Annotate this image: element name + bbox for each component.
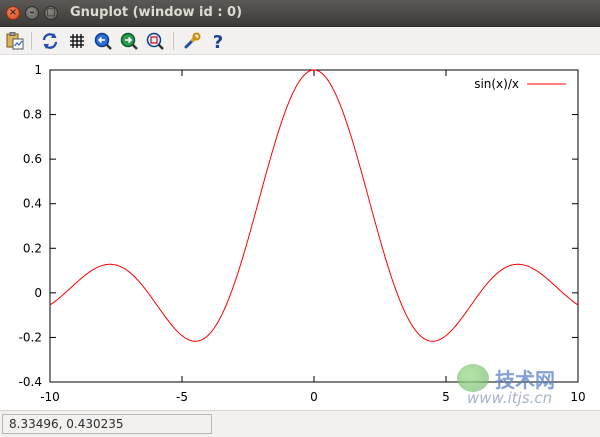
autoscale-button[interactable] bbox=[145, 31, 165, 51]
y-tick-label: 1 bbox=[34, 63, 42, 77]
sinc-chart: -10 -5 0 5 10 -0.4-0.200.20.40.60.81 sin(x)/… bbox=[19, 63, 586, 404]
toolbar: ? bbox=[0, 27, 600, 55]
grid-icon bbox=[70, 34, 84, 48]
close-icon: × bbox=[8, 7, 18, 18]
y-tick-label: 0 bbox=[34, 286, 42, 300]
toolbar-separator bbox=[31, 32, 32, 50]
help-icon: ? bbox=[213, 32, 223, 51]
replot-icon bbox=[42, 33, 58, 49]
copy-to-clipboard-button[interactable] bbox=[5, 31, 25, 51]
toggle-grid-button[interactable] bbox=[67, 31, 87, 51]
watermark-url: www.itjs.cn bbox=[467, 389, 553, 407]
x-tick-label: 5 bbox=[442, 390, 450, 404]
x-tick-label: -10 bbox=[40, 390, 60, 404]
x-tick-label: -5 bbox=[176, 390, 188, 404]
watermark: 技术网 www.itjs.cn bbox=[455, 362, 595, 410]
minimize-icon: – bbox=[29, 7, 35, 18]
window-title: Gnuplot (window id : 0) bbox=[70, 5, 243, 20]
next-zoom-icon bbox=[120, 32, 138, 50]
settings-wrench-icon bbox=[184, 32, 201, 49]
previous-zoom-icon bbox=[94, 32, 112, 50]
previous-zoom-button[interactable] bbox=[93, 31, 113, 51]
watermark-logo-icon bbox=[457, 364, 489, 392]
legend-label: sin(x)/x bbox=[474, 77, 519, 91]
y-tick-label: -0.4 bbox=[19, 375, 42, 389]
replot-button[interactable] bbox=[40, 31, 60, 51]
y-tick-label: 0.6 bbox=[23, 152, 42, 166]
settings-button[interactable] bbox=[182, 31, 202, 51]
next-zoom-button[interactable] bbox=[119, 31, 139, 51]
y-tick-label: 0.8 bbox=[23, 108, 42, 122]
toolbar-separator bbox=[173, 32, 174, 50]
close-window-button[interactable]: × bbox=[6, 6, 20, 20]
autoscale-icon bbox=[146, 32, 164, 50]
series-line-sinc bbox=[49, 69, 579, 342]
maximize-icon: □ bbox=[46, 7, 56, 18]
svg-text:?: ? bbox=[213, 32, 223, 51]
minimize-window-button[interactable]: – bbox=[25, 6, 39, 20]
plot-border bbox=[49, 69, 579, 383]
coordinate-readout-box: 8.33496, 0.430235 bbox=[2, 414, 212, 434]
coordinate-readout: 8.33496, 0.430235 bbox=[9, 417, 124, 431]
maximize-window-button[interactable]: □ bbox=[44, 6, 58, 20]
status-bar: 8.33496, 0.430235 bbox=[0, 410, 600, 437]
y-tick-label: 0.4 bbox=[23, 197, 42, 211]
y-tick-label: -0.2 bbox=[19, 330, 42, 344]
y-tick-label: 0.2 bbox=[23, 241, 42, 255]
copy-to-clipboard-icon bbox=[6, 32, 24, 50]
gnuplot-window: × – □ Gnuplot (window id : 0) ? -10 -5 0… bbox=[0, 0, 600, 437]
plot-area[interactable]: -10 -5 0 5 10 -0.4 -0.2 0 0.2 0.4 0.6 0.8 1 sin(x)/… bbox=[0, 55, 600, 410]
x-tick-label: 0 bbox=[310, 390, 318, 404]
help-button[interactable]: ? bbox=[208, 31, 228, 51]
title-bar[interactable]: × – □ Gnuplot (window id : 0) bbox=[0, 0, 600, 27]
